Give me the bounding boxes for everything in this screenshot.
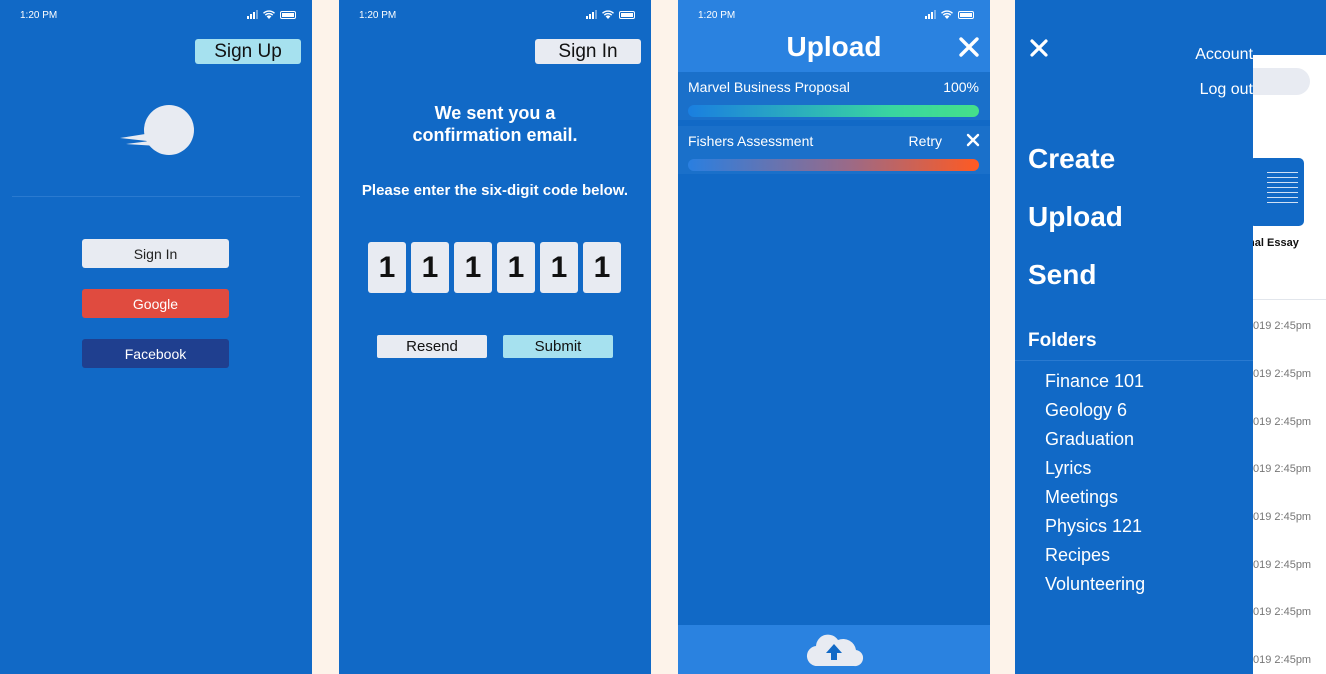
menu-item-create[interactable]: Create bbox=[1028, 143, 1115, 175]
status-bar: 1:20 PM bbox=[359, 10, 635, 24]
code-digit-input[interactable]: 1 bbox=[583, 242, 621, 293]
folder-item[interactable]: Lyrics bbox=[1045, 457, 1145, 486]
code-digit-input[interactable]: 1 bbox=[540, 242, 578, 293]
confirmation-title: We sent you a confirmation email. bbox=[339, 102, 651, 146]
wifi-icon bbox=[263, 10, 275, 19]
app-logo-icon bbox=[120, 105, 194, 155]
sign-up-button[interactable]: Sign Up bbox=[195, 39, 301, 64]
battery-icon bbox=[958, 10, 974, 19]
welcome-screen: 1:20 PM Sign Up Sign In Google Facebook bbox=[0, 0, 312, 674]
upload-percent: 100% bbox=[943, 79, 979, 95]
folder-item[interactable]: Finance 101 bbox=[1045, 370, 1145, 399]
log-out-link[interactable]: Log out bbox=[1133, 81, 1253, 99]
code-digit-input[interactable]: 1 bbox=[497, 242, 535, 293]
document-line bbox=[1267, 172, 1298, 173]
folder-item[interactable]: Geology 6 bbox=[1045, 399, 1145, 428]
document-line bbox=[1267, 202, 1298, 203]
document-line bbox=[1267, 197, 1298, 198]
document-thumbnail bbox=[1249, 158, 1304, 226]
resend-button[interactable]: Resend bbox=[377, 335, 487, 358]
menu-item-upload[interactable]: Upload bbox=[1028, 201, 1123, 233]
status-time: 1:20 PM bbox=[20, 10, 58, 21]
confirmation-screen: 1:20 PM Sign In We sent you a confirmati… bbox=[339, 0, 651, 674]
status-bar: 1:20 PM bbox=[20, 10, 296, 24]
signal-icon bbox=[925, 10, 936, 19]
status-icons bbox=[586, 10, 635, 19]
page-title: Upload bbox=[786, 31, 882, 62]
status-icons bbox=[247, 10, 296, 19]
timestamp: 019 2:45pm bbox=[1253, 654, 1312, 666]
folder-item[interactable]: Physics 121 bbox=[1045, 515, 1145, 544]
folders-heading: Folders bbox=[1028, 330, 1097, 351]
document-line bbox=[1267, 187, 1298, 188]
code-digit-input[interactable]: 1 bbox=[454, 242, 492, 293]
timestamp: 019 2:45pm bbox=[1253, 606, 1312, 618]
code-digit-input[interactable]: 1 bbox=[411, 242, 449, 293]
timestamp: 019 2:45pm bbox=[1253, 416, 1312, 428]
confirmation-title-line-2: confirmation email. bbox=[412, 125, 578, 145]
document-line bbox=[1267, 177, 1298, 178]
document-line bbox=[1267, 192, 1298, 193]
cancel-upload-icon[interactable] bbox=[966, 133, 980, 147]
close-icon[interactable] bbox=[958, 36, 980, 58]
timestamp: 019 2:45pm bbox=[1253, 368, 1312, 380]
facebook-sign-in-button[interactable]: Facebook bbox=[82, 339, 229, 368]
status-time: 1:20 PM bbox=[359, 10, 397, 21]
status-icons bbox=[925, 10, 974, 19]
upload-screen: 1:20 PM Upload Marvel Business Proposal … bbox=[678, 0, 990, 674]
side-drawer: Account Log out Create Upload Send Folde… bbox=[1015, 0, 1253, 674]
folder-item[interactable]: Meetings bbox=[1045, 486, 1145, 515]
confirmation-title-line-1: We sent you a bbox=[434, 103, 556, 123]
code-input-group: 1 1 1 1 1 1 bbox=[368, 242, 621, 293]
divider bbox=[1015, 360, 1253, 361]
document-line bbox=[1267, 182, 1298, 183]
battery-icon bbox=[280, 10, 296, 19]
google-sign-in-button[interactable]: Google bbox=[82, 289, 229, 318]
signal-icon bbox=[247, 10, 258, 19]
upload-file-name: Fishers Assessment bbox=[688, 133, 814, 149]
status-time: 1:20 PM bbox=[698, 10, 736, 21]
status-bar: 1:20 PM bbox=[698, 10, 974, 24]
folder-item[interactable]: Graduation bbox=[1045, 428, 1145, 457]
sign-in-button[interactable]: Sign In bbox=[82, 239, 229, 268]
sign-in-button[interactable]: Sign In bbox=[535, 39, 641, 64]
folder-list: Finance 101 Geology 6 Graduation Lyrics … bbox=[1045, 370, 1145, 602]
upload-progress-bar bbox=[688, 159, 979, 171]
account-link[interactable]: Account bbox=[1133, 46, 1253, 64]
timestamp: 019 2:45pm bbox=[1253, 463, 1312, 475]
document-label: inal Essay bbox=[1245, 237, 1299, 249]
divider bbox=[1249, 299, 1326, 300]
confirmation-instructions: Please enter the six-digit code below. bbox=[361, 182, 629, 199]
wifi-icon bbox=[602, 10, 614, 19]
divider bbox=[12, 196, 300, 197]
folder-item[interactable]: Recipes bbox=[1045, 544, 1145, 573]
battery-icon bbox=[619, 10, 635, 19]
upload-file-name: Marvel Business Proposal bbox=[688, 79, 850, 95]
wifi-icon bbox=[941, 10, 953, 19]
timestamp: 019 2:45pm bbox=[1253, 320, 1312, 332]
folder-item[interactable]: Volunteering bbox=[1045, 573, 1145, 602]
close-icon[interactable] bbox=[1029, 38, 1049, 58]
upload-item: Marvel Business Proposal 100% bbox=[678, 72, 990, 120]
upload-footer bbox=[678, 625, 990, 674]
submit-button[interactable]: Submit bbox=[503, 335, 613, 358]
menu-screen: inal Essay 019 2:45pm 019 2:45pm 019 2:4… bbox=[1015, 0, 1326, 674]
upload-item: Fishers Assessment Retry bbox=[678, 126, 990, 174]
retry-button[interactable]: Retry bbox=[909, 133, 942, 149]
code-digit-input[interactable]: 1 bbox=[368, 242, 406, 293]
menu-item-send[interactable]: Send bbox=[1028, 259, 1096, 291]
signal-icon bbox=[586, 10, 597, 19]
upload-progress-bar bbox=[688, 105, 979, 117]
cloud-upload-icon[interactable] bbox=[804, 632, 864, 668]
timestamp: 019 2:45pm bbox=[1253, 511, 1312, 523]
timestamp: 019 2:45pm bbox=[1253, 559, 1312, 571]
